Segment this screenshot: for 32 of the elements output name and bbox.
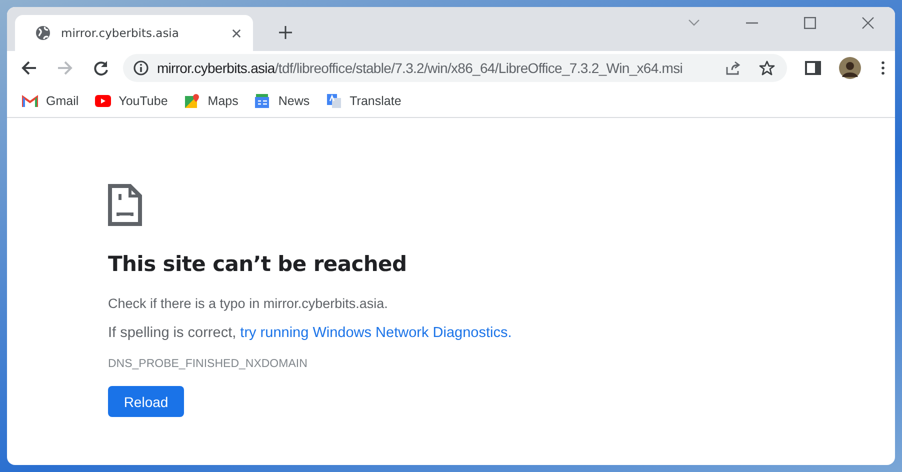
map-pin-icon [184,93,200,109]
bookmark-link[interactable]: YouTube [94,93,168,109]
reload-icon[interactable] [92,60,109,76]
browser-tab[interactable]: mirror.cyberbits.asia [15,15,253,51]
avatar-icon[interactable] [839,57,862,79]
share-icon[interactable] [725,60,742,76]
menu-icon[interactable] [881,61,886,75]
newspaper-icon [254,93,270,109]
bookmark-link[interactable]: Maps [184,93,238,109]
diagnostics-link[interactable]: try running Windows Network Diagnostics. [240,325,512,341]
bookmark-link[interactable]: Gmail [22,93,79,109]
reload-button[interactable]: Reload [108,386,184,417]
star-icon[interactable] [759,60,776,76]
address-bar[interactable]: mirror.cyberbits.asia/tdf/libreoffice/stable/7.3.2/win/x86_64/LibreOffice_7.3.2_Win_x64.msi [122,54,788,82]
error-heading: This site can’t be reached [108,252,408,276]
play-icon [94,93,111,109]
back-icon[interactable] [21,60,37,76]
error-code: DNS_PROBE_FINISHED_NXDOMAIN [108,358,308,370]
new-tab-icon[interactable] [279,26,292,39]
info-icon [132,60,149,76]
maximize-icon[interactable] [804,17,816,29]
globe-icon [35,25,51,41]
side-panel-icon[interactable] [805,60,822,76]
sad-document-icon [108,184,142,226]
close-icon[interactable] [862,17,874,29]
suggestion-text: If spelling is correct, try running Windows Network Diagnostics. [108,325,513,341]
close-icon[interactable] [232,28,241,38]
error-message: Check if there is a typo in mirror.cyberbits.asia. [108,296,389,311]
translate-icon [326,93,342,109]
mail-icon [22,93,38,109]
bookmark-link[interactable]: News [254,93,310,109]
bookmark-link[interactable]: Translate [326,93,402,109]
